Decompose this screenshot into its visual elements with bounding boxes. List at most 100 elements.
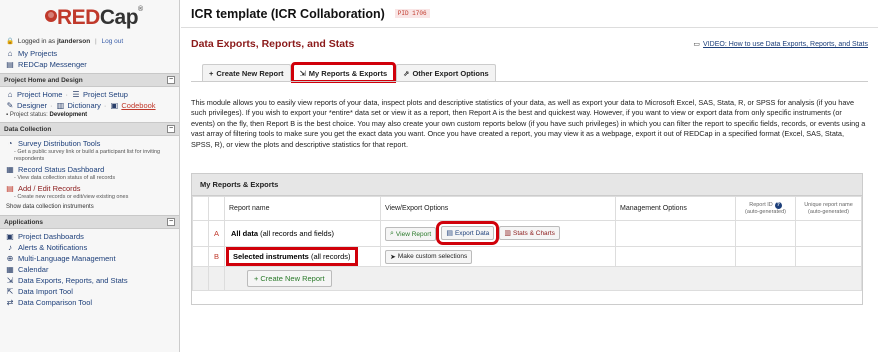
record-status-dashboard-link[interactable]: ▦ Record Status Dashboard (0, 164, 179, 175)
module-description: This module allows you to easily view re… (191, 98, 866, 149)
designer-link[interactable]: Designer (17, 101, 47, 110)
cursor-icon: ➤ (390, 253, 396, 261)
my-projects-link[interactable]: ⌂ My Projects (0, 48, 179, 59)
reports-panel: My Reports & Exports Report name View/Ex… (191, 173, 863, 305)
video-link[interactable]: ▭ VIDEO: How to use Data Exports, Reports… (693, 40, 868, 48)
tab-my-reports-exports[interactable]: ⇲ My Reports & Exports (290, 62, 397, 83)
stats-charts-button[interactable]: ▥ Stats & Charts (499, 226, 560, 240)
make-custom-selections-button[interactable]: ➤ Make custom selections (385, 249, 473, 264)
home-icon: ⌂ (7, 90, 13, 99)
bar-chart-icon: ▥ (504, 230, 511, 237)
show-instruments-link[interactable]: Show data collection instruments (0, 202, 179, 212)
add-edit-records-label: Add / Edit Records (18, 184, 81, 193)
logout-link[interactable]: Log out (102, 38, 124, 45)
separator: · (50, 101, 53, 110)
section-data-collection[interactable]: Data Collection − (0, 122, 179, 136)
report-name-rest: (all records) (308, 252, 351, 261)
create-new-report-button[interactable]: + Create New Report (247, 270, 332, 287)
view-export-cell: ⌕ View Report ▤ Export Data ▥ Stats & Chart… (380, 220, 616, 247)
col-auto-note: (auto-generated) (745, 208, 786, 215)
page-title-row: Data Exports, Reports, and Stats ▭ VIDEO:… (181, 28, 878, 50)
app-label: Alerts & Notifications (18, 243, 88, 252)
button-label: Stats & Charts (512, 229, 555, 237)
home-icon: ⌂ (7, 49, 13, 58)
redcap-logo-icon (45, 10, 57, 22)
app-multi-language[interactable]: ⊕ Multi-Language Management (0, 253, 179, 264)
button-label: Export Data (454, 229, 490, 237)
separator: · (103, 101, 107, 110)
view-report-button[interactable]: ⌕ View Report (385, 227, 437, 241)
add-edit-records-note: - Create new records or edit/view existi… (14, 194, 129, 200)
help-icon[interactable]: ? (774, 201, 782, 209)
collapse-icon[interactable]: − (167, 76, 175, 84)
username: jtanderson (56, 38, 91, 45)
compare-icon: ⇄ (6, 298, 14, 307)
calendar-icon: ▦ (6, 265, 14, 274)
app-data-exports[interactable]: ⇲ Data Exports, Reports, and Stats (0, 275, 179, 286)
unique-name-cell (795, 220, 862, 247)
globe-icon: ⊕ (6, 254, 14, 263)
section-title: Project Home and Design (4, 76, 83, 84)
codebook-link[interactable]: Codebook (121, 101, 155, 110)
pencil-icon: ✎ (6, 101, 14, 110)
tab-create-new-report[interactable]: + Create New Report (202, 64, 291, 81)
col-auto-note: (auto-generated) (808, 208, 849, 215)
row-letter: A (208, 220, 225, 247)
section-title: Data Collection (4, 125, 52, 133)
video-icon: ▭ (693, 41, 701, 48)
plus-icon: + (209, 68, 214, 78)
record-status-dashboard-label: Record Status Dashboard (18, 165, 105, 174)
registered-mark: ® (138, 6, 143, 13)
messenger-label: REDCap Messenger (18, 60, 87, 69)
report-id-cell (735, 246, 796, 267)
survey-distribution-label: Survey Distribution Tools (18, 139, 101, 148)
row-spacer (192, 266, 209, 291)
export-icon: ⇲ (6, 276, 14, 285)
table-row: B Selected instruments (all records) ➤ Ma… (192, 246, 862, 267)
app-label: Data Import Tool (18, 287, 73, 296)
project-status-label: Project status: (9, 112, 48, 118)
table-row: A All data (all records and fields) ⌕ Vie… (192, 220, 862, 247)
header-spacer (208, 196, 225, 221)
app-calendar[interactable]: ▦ Calendar (0, 264, 179, 275)
app-label: Calendar (18, 265, 49, 274)
redcap-logo[interactable]: REDCap® (0, 0, 179, 34)
tab-label: Other Export Options (412, 68, 489, 78)
report-name: Selected instruments (all records) (224, 246, 381, 267)
app-data-comparison[interactable]: ⇄ Data Comparison Tool (0, 297, 179, 308)
dashboard-icon: ▣ (6, 232, 14, 241)
project-home-link[interactable]: Project Home (17, 90, 62, 99)
dictionary-link[interactable]: Dictionary (68, 101, 101, 110)
tab-bar: + Create New Report ⇲ My Reports & Expor… (202, 62, 498, 83)
project-title: ICR template (ICR Collaboration) (191, 6, 385, 21)
row-spacer (192, 246, 209, 267)
tab-other-export-options[interactable]: ⇗ Other Export Options (396, 64, 496, 81)
collapse-icon[interactable]: − (167, 218, 175, 226)
app-project-dashboards[interactable]: ▣ Project Dashboards (0, 231, 179, 242)
export-data-button[interactable]: ▤ Export Data (436, 221, 500, 245)
tab-label: My Reports & Exports (308, 68, 388, 78)
messenger-icon: ▤ (6, 60, 14, 69)
project-setup-link[interactable]: Project Setup (83, 90, 128, 99)
app-label: Multi-Language Management (18, 254, 116, 263)
messenger-link[interactable]: ▤ REDCap Messenger (0, 59, 179, 70)
row-spacer (192, 220, 209, 247)
designer-row: ✎ Designer · ▥ Dictionary · ▣ Codebook (0, 100, 179, 111)
external-icon: ⇗ (403, 68, 410, 78)
button-label: Make custom selections (397, 253, 468, 260)
project-header: ICR template (ICR Collaboration) PID 170… (181, 0, 878, 28)
report-name-bold: All data (231, 229, 259, 238)
survey-distribution-link[interactable]: ◔ Survey Distribution Tools (0, 138, 179, 149)
add-edit-records-link[interactable]: ▤ Add / Edit Records (0, 183, 179, 194)
management-cell (615, 220, 736, 247)
row-letter: B (208, 246, 225, 267)
collapse-icon[interactable]: − (167, 125, 175, 133)
report-name-rest: (all records and fields) (258, 229, 334, 238)
app-alerts-notifications[interactable]: ♪ Alerts & Notifications (0, 242, 179, 253)
app-label: Project Dashboards (18, 232, 84, 241)
separator: | (95, 38, 97, 45)
app-label: Data Exports, Reports, and Stats (18, 276, 128, 285)
section-project-home-design[interactable]: Project Home and Design − (0, 73, 179, 87)
app-data-import[interactable]: ⇱ Data Import Tool (0, 286, 179, 297)
section-applications[interactable]: Applications − (0, 215, 179, 229)
